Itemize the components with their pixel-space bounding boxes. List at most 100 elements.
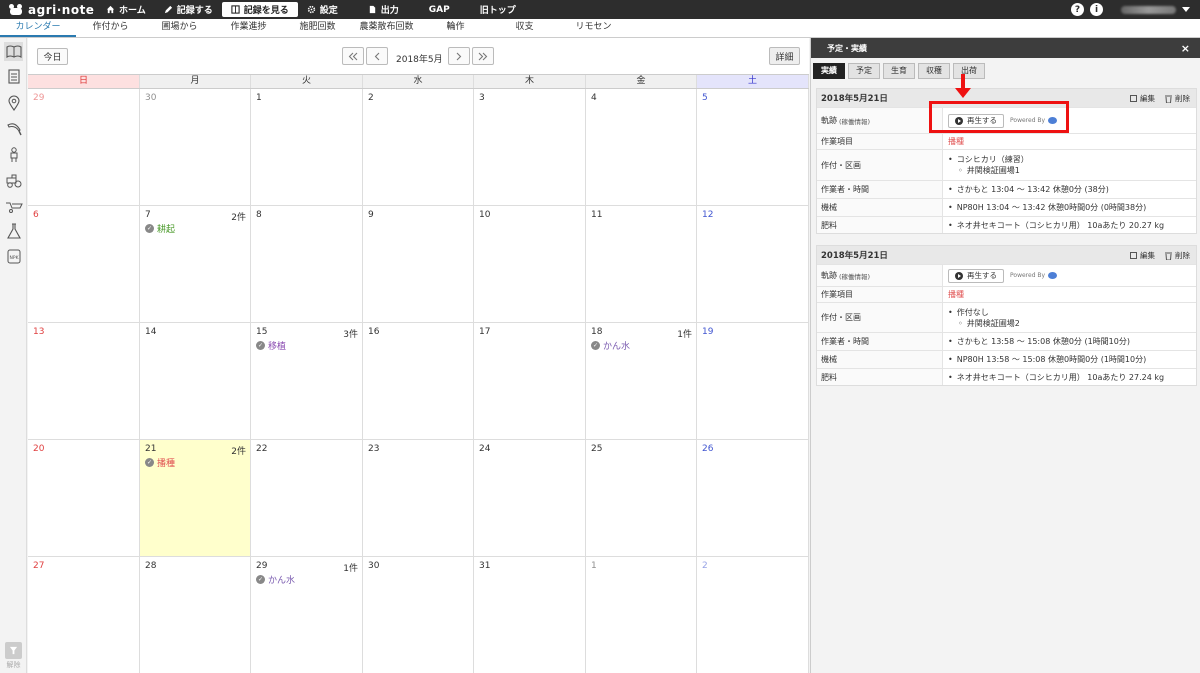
day-number: 5: [702, 93, 708, 103]
record-row-track: 軌跡 (稼働情報) 再生する Powered By: [817, 264, 1196, 286]
calendar-day-cell[interactable]: 28: [140, 557, 251, 673]
filter-icon[interactable]: [5, 642, 22, 659]
calendar-day-cell[interactable]: 14: [140, 323, 251, 439]
worker-icon[interactable]: [4, 145, 23, 164]
calendar-day-cell[interactable]: 10: [474, 206, 586, 322]
list-icon[interactable]: [4, 67, 23, 86]
prev-year-button[interactable]: [342, 47, 364, 65]
calendar-day-cell[interactable]: 17: [474, 323, 586, 439]
calendar-day-cell[interactable]: 31: [474, 557, 586, 673]
calendar-day-cell[interactable]: 27: [28, 557, 140, 673]
double-chevron-left-icon: [348, 52, 358, 60]
tab-results[interactable]: 実績: [813, 63, 845, 79]
calendar-day-cell[interactable]: 13: [28, 323, 140, 439]
edit-button[interactable]: 編集: [1130, 250, 1155, 261]
calendar-day-cell[interactable]: 3: [474, 89, 586, 205]
tractor-icon[interactable]: [4, 171, 23, 190]
wheelbarrow-icon[interactable]: [4, 197, 23, 216]
edit-button[interactable]: 編集: [1130, 93, 1155, 104]
help-icon[interactable]: ?: [1071, 3, 1084, 16]
npk-icon[interactable]: NPK: [4, 246, 23, 265]
calendar-day-cell[interactable]: 2: [697, 557, 809, 673]
tab-plan[interactable]: 予定: [848, 63, 880, 79]
tab-by-crop[interactable]: 作付から: [76, 19, 145, 37]
nav-home[interactable]: ホーム: [97, 2, 155, 17]
calendar-day-cell[interactable]: 20: [28, 440, 140, 556]
calendar-day-cell[interactable]: 1: [586, 557, 697, 673]
calendar-day-cell[interactable]: 29 1件 ✓ かん水: [251, 557, 363, 673]
machine-label: 機械: [817, 199, 943, 216]
nav-output[interactable]: 出力: [359, 2, 408, 17]
calendar-event[interactable]: ✓ かん水: [256, 573, 357, 586]
sickle-icon[interactable]: [4, 119, 23, 138]
calendar-day-cell[interactable]: 4: [586, 89, 697, 205]
nav-settings[interactable]: 設定: [298, 2, 347, 17]
tab-harvest[interactable]: 収穫: [918, 63, 950, 79]
today-button[interactable]: 今日: [37, 48, 68, 65]
tab-pesticide-count[interactable]: 農薬散布回数: [352, 19, 421, 37]
user-name-blurred[interactable]: [1121, 5, 1176, 14]
calendar-day-cell[interactable]: 2: [363, 89, 474, 205]
calendar-event[interactable]: ✓ かん水: [591, 339, 691, 352]
detail-button[interactable]: 詳細: [769, 47, 800, 65]
calendar-day-cell[interactable]: 19: [697, 323, 809, 439]
chevron-down-icon[interactable]: [1182, 7, 1190, 12]
app-logo[interactable]: agri·note: [0, 3, 97, 17]
map-pin-icon[interactable]: [4, 93, 23, 112]
calendar-day-cell[interactable]: 9: [363, 206, 474, 322]
calendar-day-cell[interactable]: 7 2件 ✓ 耕起: [140, 206, 251, 322]
info-icon[interactable]: i: [1090, 3, 1103, 16]
check-icon: ✓: [145, 224, 154, 233]
calendar-day-cell[interactable]: 1: [251, 89, 363, 205]
tab-rotation[interactable]: 輪作: [421, 19, 490, 37]
next-month-button[interactable]: [448, 47, 470, 65]
tab-calendar[interactable]: カレンダー: [0, 19, 76, 37]
calendar-day-cell[interactable]: 5: [697, 89, 809, 205]
tab-remote-sensing[interactable]: リモセン: [559, 19, 628, 37]
calendar-event[interactable]: ✓ 耕起: [145, 222, 245, 235]
task-value[interactable]: 播種: [948, 289, 1191, 300]
calendar-day-cell[interactable]: 18 1件 ✓ かん水: [586, 323, 697, 439]
filter-clear-label[interactable]: 解除: [4, 660, 23, 670]
calendar-day-cell[interactable]: 22: [251, 440, 363, 556]
calendar-day-cell[interactable]: 29: [28, 89, 140, 205]
calendar-day-cell[interactable]: 6: [28, 206, 140, 322]
play-button[interactable]: 再生する: [948, 268, 1004, 283]
calendar-event[interactable]: ✓ 移植: [256, 339, 357, 352]
calendar-day-cell[interactable]: 30: [140, 89, 251, 205]
tab-growth[interactable]: 生育: [883, 63, 915, 79]
calendar-day-cell[interactable]: 26: [697, 440, 809, 556]
calendar-day-cell[interactable]: 23: [363, 440, 474, 556]
nav-old-top[interactable]: 旧トップ: [471, 2, 525, 17]
nav-gap[interactable]: GAP: [420, 2, 459, 17]
calendar-day-cell[interactable]: 15 3件 ✓ 移植: [251, 323, 363, 439]
calendar-day-cell[interactable]: 30: [363, 557, 474, 673]
task-label: 作業項目: [817, 134, 943, 149]
flask-icon[interactable]: [4, 221, 23, 240]
close-icon[interactable]: ×: [1181, 42, 1190, 55]
calendar-day-cell[interactable]: 16: [363, 323, 474, 439]
tab-progress[interactable]: 作業進捗: [214, 19, 283, 37]
tab-balance[interactable]: 収支: [490, 19, 559, 37]
calendar-week: 20 21 2件 ✓ 播種 22 23 24 25 26: [28, 440, 809, 557]
record-row-worker: 作業者・時間 さかもと 13:58 〜 15:08 休憩0分 (1時間10分): [817, 332, 1196, 350]
next-year-button[interactable]: [472, 47, 494, 65]
calendar-day-cell[interactable]: 8: [251, 206, 363, 322]
task-value[interactable]: 播種: [948, 136, 1191, 147]
calendar-day-cell[interactable]: 12: [697, 206, 809, 322]
tab-by-field[interactable]: 圃場から: [145, 19, 214, 37]
calendar-event[interactable]: ✓ 播種: [145, 456, 245, 469]
calendar-day-cell[interactable]: 21 2件 ✓ 播種: [140, 440, 251, 556]
book-icon[interactable]: [4, 42, 23, 61]
delete-button[interactable]: 削除: [1165, 250, 1190, 261]
nav-record[interactable]: 記録する: [155, 2, 222, 17]
delete-button[interactable]: 削除: [1165, 93, 1190, 104]
calendar-day-cell[interactable]: 24: [474, 440, 586, 556]
tab-shipping[interactable]: 出荷: [953, 63, 985, 79]
calendar-day-cell[interactable]: 25: [586, 440, 697, 556]
prev-month-button[interactable]: [366, 47, 388, 65]
tab-fertilizer-count[interactable]: 施肥回数: [283, 19, 352, 37]
nav-view-records[interactable]: 記録を見る: [221, 2, 298, 17]
calendar-day-cell[interactable]: 11: [586, 206, 697, 322]
annotation-highlight-box: [929, 101, 1069, 133]
